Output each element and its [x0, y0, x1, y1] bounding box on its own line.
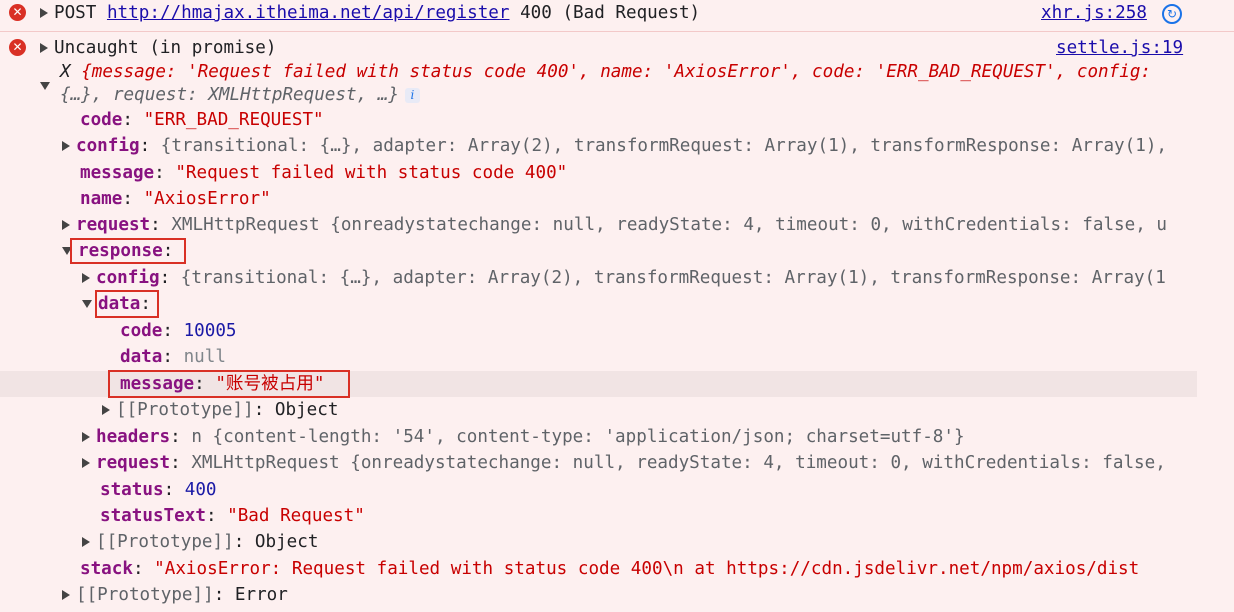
error-icon: ✕ [9, 4, 26, 21]
expand-arrow-icon[interactable] [62, 141, 70, 151]
expand-arrow-icon[interactable] [102, 405, 110, 415]
expand-arrow-icon[interactable] [40, 8, 48, 18]
request-status: 400 (Bad Request) [520, 3, 701, 23]
response-prototype[interactable]: [[Prototype]]: Object [82, 529, 318, 555]
settle-source-link[interactable]: settle.js:19 [1056, 35, 1183, 61]
divider [0, 31, 1234, 32]
prop-name[interactable]: name: "AxiosError" [80, 186, 271, 212]
response-config[interactable]: config: {transitional: {…}, adapter: Arr… [82, 265, 1166, 291]
replay-request-icon[interactable]: ↻ [1162, 4, 1182, 24]
prop-prototype[interactable]: [[Prototype]]: Error [62, 582, 288, 608]
highlight-box-data [95, 290, 159, 318]
response-status-text[interactable]: statusText: "Bad Request" [100, 503, 365, 529]
response-headers[interactable]: headers: n {content-length: '54', conten… [82, 424, 965, 450]
prop-request[interactable]: request: XMLHttpRequest {onreadystatecha… [62, 212, 1167, 238]
prop-config[interactable]: config: {transitional: {…}, adapter: Arr… [62, 133, 1167, 159]
error-summary-line2: {…}, request: XMLHttpRequest, …} i [60, 82, 420, 108]
error-icon: ✕ [9, 39, 26, 56]
expand-arrow-icon[interactable] [62, 220, 70, 230]
highlight-box-response [70, 238, 186, 264]
collapse-arrow-icon[interactable] [40, 82, 50, 90]
expand-arrow-icon[interactable] [82, 273, 90, 283]
response-request[interactable]: request: XMLHttpRequest {onreadystatecha… [82, 450, 1166, 476]
expand-arrow-icon[interactable] [82, 458, 90, 468]
error-title: Uncaught (in promise) [54, 38, 277, 58]
collapse-arrow-icon[interactable] [82, 300, 92, 308]
highlight-box-message [108, 370, 350, 398]
expand-arrow-icon[interactable] [82, 432, 90, 442]
prop-stack[interactable]: stack: "AxiosError: Request failed with … [80, 556, 1139, 582]
info-icon[interactable]: i [404, 87, 420, 103]
data-prototype[interactable]: [[Prototype]]: Object [102, 397, 338, 423]
xhr-source-link[interactable]: xhr.js:258 [1041, 0, 1147, 26]
expand-arrow-icon[interactable] [82, 537, 90, 547]
data-data[interactable]: data: null [120, 344, 226, 370]
network-request-row[interactable]: POST http://hmajax.itheima.net/api/regis… [40, 0, 700, 26]
prop-message[interactable]: message: "Request failed with status cod… [80, 160, 567, 186]
expand-arrow-icon[interactable] [62, 590, 70, 600]
request-method: POST [54, 3, 97, 23]
uncaught-error-row[interactable]: Uncaught (in promise) [40, 35, 276, 61]
summary-text: {message: 'Request failed with status co… [81, 62, 1152, 82]
prop-code[interactable]: code: "ERR_BAD_REQUEST" [80, 107, 324, 133]
response-status[interactable]: status: 400 [100, 477, 217, 503]
request-url-link[interactable]: http://hmajax.itheima.net/api/register [107, 3, 510, 23]
expand-arrow-icon[interactable] [40, 43, 48, 53]
data-code[interactable]: code: 10005 [120, 318, 237, 344]
